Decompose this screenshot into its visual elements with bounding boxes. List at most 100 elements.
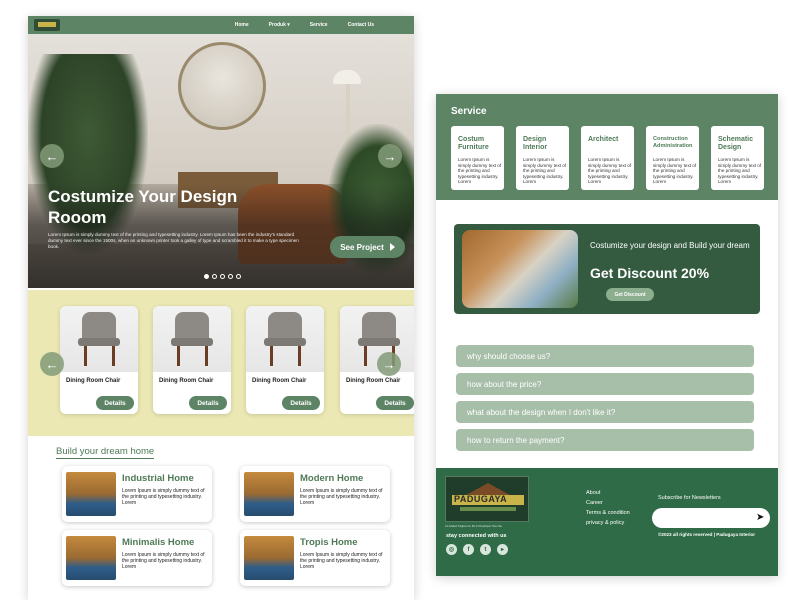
product-carousel: Dining Room Chair Details Dining Room Ch… <box>28 290 414 436</box>
footer-link-about[interactable]: About <box>586 490 630 496</box>
home-type-text: Lorem Ipsum is simply dummy text of the … <box>300 488 383 506</box>
home-type-title: Minimalis Home <box>122 537 195 548</box>
carousel-dot[interactable] <box>228 274 233 279</box>
see-project-label: See Project <box>340 242 384 252</box>
details-button[interactable]: Details <box>376 396 414 410</box>
copyright-text: ©2023 all rights reserved | Padugaya Int… <box>658 532 756 537</box>
products-prev-arrow-icon[interactable]: ← <box>40 352 64 376</box>
details-button[interactable]: Details <box>96 396 134 410</box>
carousel-dot[interactable] <box>220 274 225 279</box>
promo-tagline: Costumize your design and Build your dre… <box>590 241 750 250</box>
details-button[interactable]: Details <box>189 396 227 410</box>
hero-title: Costumize Your Design Rooom <box>48 187 238 227</box>
build-dream-home-section: Build your dream home Industrial Home Lo… <box>28 436 414 600</box>
see-project-button[interactable]: See Project <box>330 236 405 258</box>
service-text: Lorem Ipsum is simply dummy text of the … <box>718 157 762 185</box>
footer-link-terms[interactable]: Terms & condition <box>586 510 630 516</box>
service-title: Service <box>451 106 487 117</box>
facebook-icon[interactable]: f <box>463 544 474 555</box>
home-type-card[interactable]: Modern Home Lorem Ipsum is simply dummy … <box>240 466 390 522</box>
carousel-dot[interactable] <box>212 274 217 279</box>
faq-item[interactable]: why should choose us? <box>456 345 754 367</box>
home-type-card[interactable]: Minimalis Home Lorem Ipsum is simply dum… <box>62 530 212 586</box>
promo-headline: Get Discount 20% <box>590 265 710 281</box>
home-type-title: Tropis Home <box>300 537 358 548</box>
hero-image-lampshade <box>333 70 361 84</box>
service-name: Construction Administration <box>653 136 693 149</box>
nav-home[interactable]: Home <box>235 22 249 28</box>
product-name: Dining Room Chair <box>159 378 214 384</box>
details-button[interactable]: Details <box>282 396 320 410</box>
home-type-text: Lorem Ipsum is simply dummy text of the … <box>122 552 205 570</box>
home-thumbnail <box>66 472 116 516</box>
footer-logo[interactable]: PADUGAYA <box>445 476 529 522</box>
service-text: Lorem Ipsum is simply dummy text of the … <box>588 157 632 185</box>
faq-item[interactable]: how to return the payment? <box>456 429 754 451</box>
brand-logo[interactable] <box>34 19 60 31</box>
nav-service[interactable]: Service <box>310 22 328 28</box>
page: Home Produk ▾ Service Contact Us Costumi… <box>0 0 800 600</box>
send-icon[interactable]: ➤ <box>756 512 764 523</box>
youtube-icon[interactable]: ▸ <box>497 544 508 555</box>
discount-banner: Costumize your design and Build your dre… <box>454 224 760 314</box>
hero-image-mirror <box>178 42 266 130</box>
home-type-card[interactable]: Industrial Home Lorem Ipsum is simply du… <box>62 466 212 522</box>
top-navbar: Home Produk ▾ Service Contact Us <box>28 16 414 34</box>
service-name: Design Interior <box>523 136 548 151</box>
bathroom-image <box>462 230 578 308</box>
footer: PADUGAYA Ini Adalah Tagline Ke Bu Ki Des… <box>436 468 778 576</box>
stay-connected-label: stay connected with us <box>446 533 507 539</box>
nav-contact-us[interactable]: Contact Us <box>348 22 374 28</box>
hero-banner: Costumize Your Design Rooom Lorem Ipsum … <box>28 34 414 288</box>
hero-description: Lorem Ipsum is simply dummy text of the … <box>48 232 299 249</box>
footer-links: About Career Terms & condition privacy &… <box>586 490 630 526</box>
service-page-mockup: Service Costum Furniture Lorem Ipsum is … <box>436 94 778 576</box>
product-card[interactable]: Dining Room Chair Details <box>246 306 324 414</box>
service-name: Schematic Design <box>718 136 754 151</box>
service-card[interactable]: Design Interior Lorem Ipsum is simply du… <box>516 126 569 190</box>
footer-link-privacy[interactable]: privacy & policy <box>586 520 630 526</box>
home-type-text: Lorem Ipsum is simply dummy text of the … <box>300 552 383 570</box>
newsletter-email-input[interactable] <box>652 508 770 528</box>
service-text: Lorem Ipsum is simply dummy text of the … <box>523 157 567 185</box>
home-type-title: Industrial Home <box>122 473 194 484</box>
get-discount-button[interactable]: Get Discount <box>606 288 654 301</box>
service-card[interactable]: Construction Administration Lorem Ipsum … <box>646 126 699 190</box>
chair-image <box>153 306 231 372</box>
service-name: Costum Furniture <box>458 136 489 151</box>
section-heading: Build your dream home <box>56 446 155 459</box>
chair-image <box>60 306 138 372</box>
service-card[interactable]: Architect Lorem Ipsum is simply dummy te… <box>581 126 634 190</box>
logo-wordmark: PADUGAYA <box>454 494 508 504</box>
product-card[interactable]: Dining Room Chair Details <box>153 306 231 414</box>
product-card[interactable]: Dining Room Chair Details <box>60 306 138 414</box>
product-name: Dining Room Chair <box>346 378 401 384</box>
instagram-icon[interactable]: ◎ <box>446 544 457 555</box>
home-thumbnail <box>244 536 294 580</box>
logo-band-accent <box>460 507 516 511</box>
chair-image <box>246 306 324 372</box>
hero-prev-arrow-icon[interactable]: ← <box>40 144 64 168</box>
hero-next-arrow-icon[interactable]: → <box>378 144 402 168</box>
service-card[interactable]: Costum Furniture Lorem Ipsum is simply d… <box>451 126 504 190</box>
newsletter-label: Subscribe for Newsletters <box>658 495 721 501</box>
home-thumbnail <box>66 536 116 580</box>
faq-item[interactable]: how about the price? <box>456 373 754 395</box>
home-thumbnail <box>244 472 294 516</box>
products-next-arrow-icon[interactable]: → <box>377 352 401 376</box>
product-name: Dining Room Chair <box>66 378 121 384</box>
footer-tagline: Ini Adalah Tagline Ke Bu Ki Deskripsi To… <box>445 524 503 528</box>
service-section: Service Costum Furniture Lorem Ipsum is … <box>436 94 778 200</box>
nav-links: Home Produk ▾ Service Contact Us <box>235 16 374 34</box>
play-arrow-icon <box>389 243 395 251</box>
nav-produk-dropdown[interactable]: Produk ▾ <box>269 22 290 28</box>
service-card[interactable]: Schematic Design Lorem Ipsum is simply d… <box>711 126 764 190</box>
service-text: Lorem Ipsum is simply dummy text of the … <box>458 157 502 185</box>
home-type-card[interactable]: Tropis Home Lorem Ipsum is simply dummy … <box>240 530 390 586</box>
carousel-dot[interactable] <box>204 274 209 279</box>
twitter-icon[interactable]: t <box>480 544 491 555</box>
footer-link-career[interactable]: Career <box>586 500 630 506</box>
homepage-mockup: Home Produk ▾ Service Contact Us Costumi… <box>28 16 414 600</box>
carousel-dot[interactable] <box>236 274 241 279</box>
faq-item[interactable]: what about the design when I don't like … <box>456 401 754 423</box>
